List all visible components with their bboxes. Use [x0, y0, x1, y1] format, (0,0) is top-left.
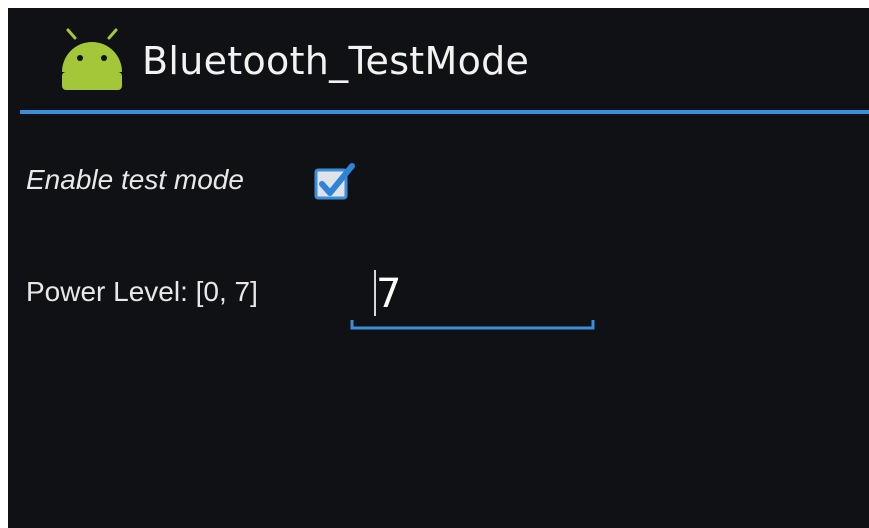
input-underline [350, 320, 595, 330]
enable-test-mode-checkbox[interactable] [312, 158, 360, 202]
app-title: Bluetooth_TestMode [142, 39, 530, 83]
power-level-row: Power Level: [0, 7] 7 [8, 266, 869, 336]
power-level-label: Power Level: [0, 7] [26, 276, 258, 307]
power-level-input[interactable]: 7 [350, 266, 595, 332]
enable-test-mode-row: Enable test mode [8, 158, 869, 202]
app-screen: Bluetooth_TestMode Enable test mode Powe… [8, 8, 869, 528]
checkmark-icon [314, 163, 355, 200]
android-icon [62, 28, 122, 90]
action-bar: Bluetooth_TestMode [8, 8, 869, 112]
action-bar-divider [20, 110, 869, 114]
enable-test-mode-label: Enable test mode [26, 164, 244, 195]
power-level-value: 7 [376, 271, 402, 317]
